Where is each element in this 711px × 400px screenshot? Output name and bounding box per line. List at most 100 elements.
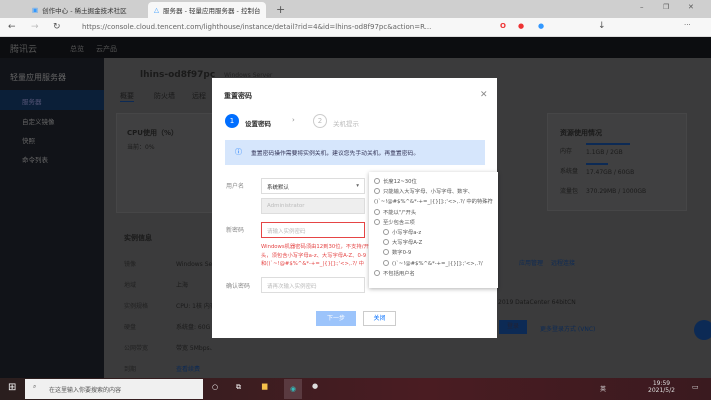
taskbar: ⊞ ⌕ 在这里输入你要搜索的内容 ○ ⧉ ▆ ◉ ● 英 19:59 2021/5/… <box>0 378 711 400</box>
memory-label: 内存 <box>560 148 573 155</box>
cpu-card: CPU使用（%） 当前：0% <box>116 113 216 213</box>
notification-icon[interactable]: ▭ <box>692 383 699 391</box>
more-login-link[interactable]: 更多登录方式 (VNC) <box>540 324 595 333</box>
confirm-password-input[interactable]: 请再次输入实例密码 <box>261 277 365 293</box>
rule-item: 不能以"/"开头 <box>374 208 493 218</box>
check-circle-icon <box>383 239 389 246</box>
cortana-icon[interactable]: ○ <box>212 383 218 391</box>
step-1-label: 设置密码 <box>245 120 271 128</box>
sidebar-item-snapshots[interactable]: 快照 <box>22 135 35 145</box>
username-label: 用户名 <box>226 183 245 190</box>
cloud-icon: △ <box>154 6 159 14</box>
step-2-badge: 2 <box>313 114 327 128</box>
memory-value: 1.1GB / 2GB <box>586 149 623 156</box>
disk-value: 17.47GB / 60GB <box>586 169 635 176</box>
info-icon: ⓘ <box>235 148 242 156</box>
remote-connect-link[interactable]: 远程连接 <box>551 258 575 267</box>
sidebar: 轻量应用服务器 服务器 自定义镜像 快照 命令列表 <box>0 58 104 378</box>
close-icon[interactable]: ✕ <box>480 90 488 100</box>
file-explorer-icon[interactable]: ▆ <box>262 382 267 390</box>
download-icon[interactable]: ↓ <box>598 21 606 31</box>
rule-item: ()`~!@#$%^&*-+=_|{}[]:;'<>,.?/ <box>374 259 493 269</box>
forward-icon[interactable]: → <box>31 22 39 32</box>
address-bar-row: ← → ↻ https://console.cloud.tencent.com/… <box>0 18 711 37</box>
nav-overview[interactable]: 总览 <box>70 44 84 54</box>
sidebar-item-commands[interactable]: 命令列表 <box>22 154 48 164</box>
memory-bar <box>586 143 630 145</box>
username-field: Administrator <box>261 198 365 214</box>
dialog-title: 重置密码 <box>224 92 252 100</box>
minimize-button[interactable]: – <box>640 3 644 11</box>
tab-firewall[interactable]: 防火墙 <box>154 91 175 101</box>
windows-start-icon[interactable]: ⊞ <box>8 382 16 393</box>
info-banner: ⓘ 重置密码操作需要将实例关机，建议您先手动关机，再重置密码。 <box>225 140 485 165</box>
cpu-title: CPU使用（%） <box>127 129 178 137</box>
tencent-cloud-logo: 腾讯云 <box>10 45 38 55</box>
check-circle-icon <box>374 188 380 195</box>
check-circle-icon <box>374 208 380 215</box>
chat-icon[interactable] <box>694 320 711 340</box>
nav-products[interactable]: 云产品 <box>96 44 117 54</box>
more-icon[interactable]: ··· <box>684 21 691 29</box>
rule-item: ()`~!@#$%^&*-+=_|{}[]:;'<>,.?/ 中的特殊符号 <box>374 199 493 206</box>
close-window-button[interactable]: ✕ <box>688 3 694 11</box>
edge-icon[interactable]: ◉ <box>284 379 302 399</box>
instance-info-labels: 镜像 地域 实例规格 硬盘 公网带宽 到期 <box>124 261 149 373</box>
tab-remote[interactable]: 远程 <box>192 91 206 101</box>
username-select[interactable]: 系统默认 ▾ <box>261 178 365 194</box>
tab-juejin[interactable]: ▣ 创作中心 - 稀土掘金技术社区 <box>26 2 144 18</box>
disk-label: 系统盘 <box>560 168 579 175</box>
ime-indicator[interactable]: 英 <box>600 384 606 393</box>
next-button[interactable]: 下一步 <box>316 311 356 326</box>
rule-item: 不包括用户名 <box>374 269 493 279</box>
disk-bar <box>586 163 608 165</box>
clock[interactable]: 19:59 2021/5/2 <box>648 380 675 394</box>
extension-icon[interactable]: ● <box>538 22 544 30</box>
new-password-label: 新密码 <box>226 227 245 234</box>
new-tab-button[interactable]: + <box>276 3 285 16</box>
check-circle-icon <box>374 269 380 276</box>
task-view-icon[interactable]: ⧉ <box>236 383 241 392</box>
confirm-password-label: 确认密码 <box>226 283 251 290</box>
password-error: Windows机器密码须由12到30位，不支持/开头，须包含小写字母a-z、大写… <box>261 244 369 267</box>
password-rules-popover: 长度12~30位 只能输入大写字母、小写字母、数字、 ()`~!@#$%^&*-… <box>369 172 498 288</box>
refresh-icon[interactable]: ↻ <box>53 22 61 32</box>
os-version: 2019 DataCenter 64bitCN <box>498 299 576 306</box>
browser-tab-bar: ▣ 创作中心 - 稀土掘金技术社区 △ 服务器 - 轻量应用服务器 - 控制台 + … <box>0 0 711 18</box>
url-input[interactable]: https://console.cloud.tencent.com/lighth… <box>82 23 431 31</box>
tab-overview[interactable]: 概要 <box>120 91 134 102</box>
app-icon[interactable]: ● <box>312 382 318 390</box>
rule-item: 数字0-9 <box>374 248 493 258</box>
console-header: 腾讯云 总览 云产品 <box>0 37 711 58</box>
info-text: 重置密码操作需要将实例关机，建议您先手动关机，再重置密码。 <box>251 151 420 157</box>
check-circle-icon <box>383 259 389 266</box>
app-manage-link[interactable]: 应用管理 <box>519 258 543 267</box>
chevron-right-icon: › <box>292 116 295 124</box>
close-button[interactable]: 关闭 <box>363 311 396 326</box>
check-circle-icon <box>383 229 389 236</box>
taskbar-search-input[interactable]: ⌕ 在这里输入你要搜索的内容 <box>25 379 203 399</box>
traffic-label: 流量包 <box>560 188 579 195</box>
sidebar-item-images[interactable]: 自定义镜像 <box>22 116 55 126</box>
tab-favicon-icon: ▣ <box>32 6 39 14</box>
step-1-badge: 1 <box>225 114 239 128</box>
back-icon[interactable]: ← <box>8 22 16 32</box>
instance-info-values: Windows Se上海CPU: 1核 内存系统盘: 60G带宽 5Mbps、流… <box>176 261 212 373</box>
step-2-label: 关机提示 <box>333 120 359 128</box>
instance-id: lhins-od8f97pc <box>140 70 216 80</box>
new-password-input[interactable]: 请输入实例密码 <box>261 222 365 238</box>
restore-button[interactable]: ❐ <box>663 3 669 11</box>
tab-tencent[interactable]: △ 服务器 - 轻量应用服务器 - 控制台 <box>148 2 266 18</box>
login-button[interactable]: 登录 <box>499 320 527 334</box>
rule-item: 大写字母A-Z <box>374 238 493 248</box>
extension-icon[interactable]: O <box>500 22 506 30</box>
search-icon: ⌕ <box>33 383 37 390</box>
instance-info-title: 实例信息 <box>124 234 152 242</box>
rule-item: 至少包含三项 <box>374 218 493 228</box>
traffic-value: 370.29MB / 1000GB <box>586 188 647 195</box>
check-circle-icon <box>374 218 380 225</box>
resource-card: 资源使用情况 内存 1.1GB / 2GB 系统盘 17.47GB / 60GB… <box>547 113 687 211</box>
cpu-current: 当前：0% <box>127 144 155 151</box>
extension-icon[interactable]: ● <box>518 22 524 30</box>
sidebar-item-servers[interactable]: 服务器 <box>0 90 104 110</box>
